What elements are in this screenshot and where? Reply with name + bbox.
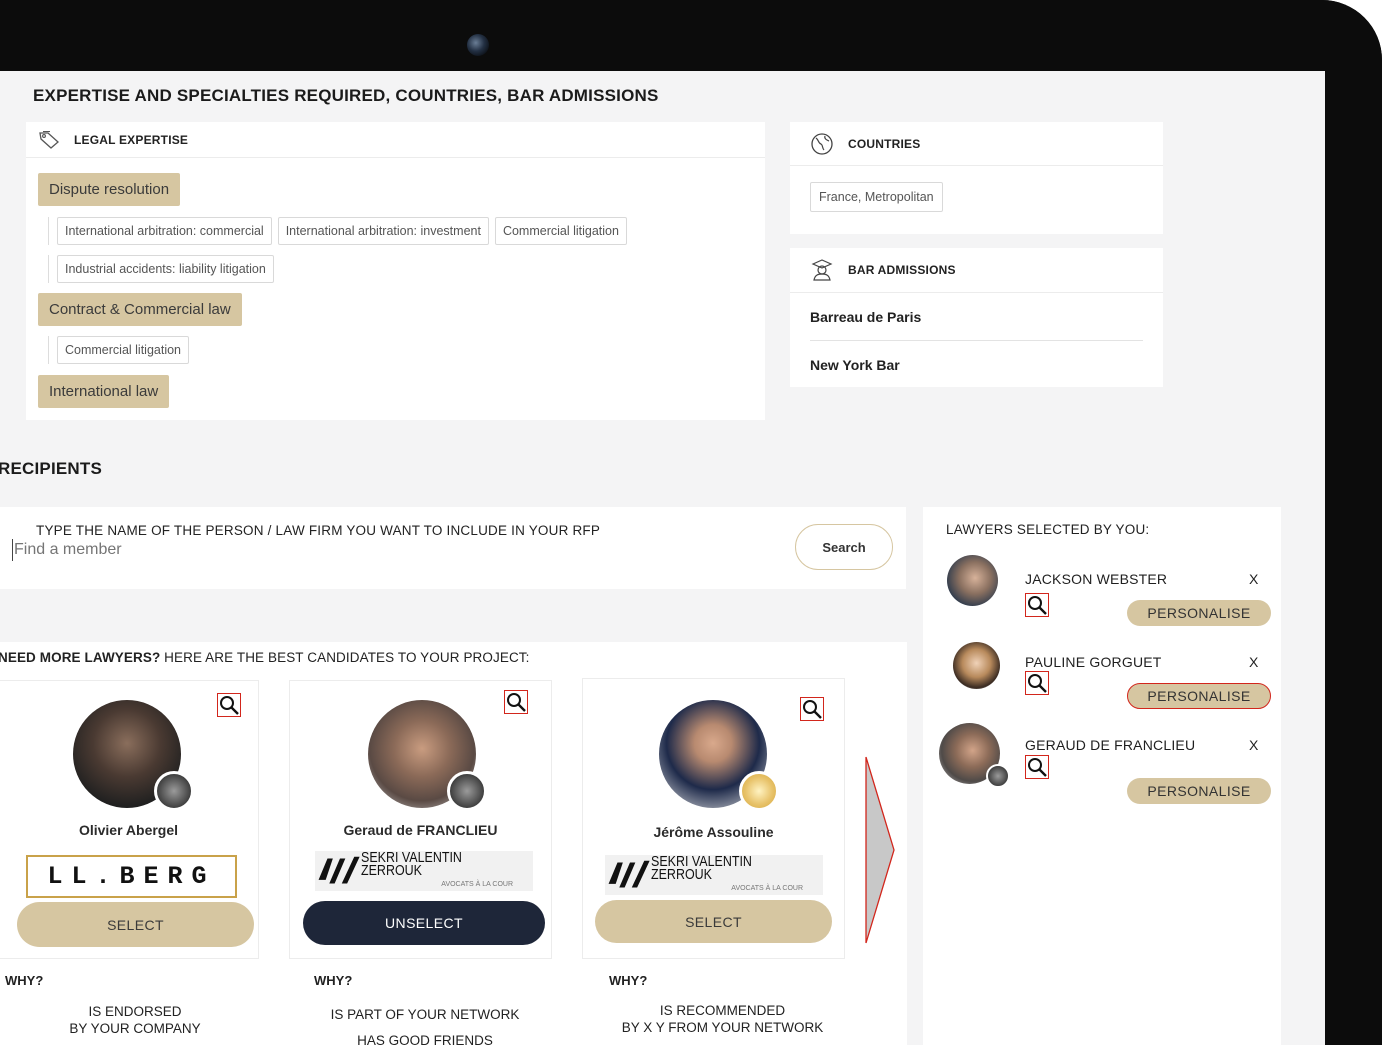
personalise-button[interactable]: PERSONALISE: [1127, 683, 1271, 709]
search-instruction: TYPE THE NAME OF THE PERSON / LAW FIRM Y…: [36, 523, 601, 538]
selected-lawyers-title: LAWYERS SELECTED BY YOU:: [946, 522, 1150, 537]
why-heading: WHY?: [5, 973, 44, 988]
bar-admission-item: New York Bar: [810, 356, 900, 373]
tablet-bezel-right: [1322, 0, 1382, 1045]
network-badge-icon: [154, 771, 194, 811]
endorsement-badge-icon: [739, 771, 779, 811]
remove-lawyer-button[interactable]: X: [1249, 571, 1258, 587]
why-line: IS RECOMMENDED: [659, 1003, 786, 1018]
more-lawyers-heading: NEED MORE LAWYERS? HERE ARE THE BEST CAN…: [0, 650, 530, 665]
magnifier-icon[interactable]: [1025, 755, 1049, 779]
why-line: IS PART OF YOUR NETWORK: [330, 1007, 520, 1022]
why-heading: WHY?: [609, 973, 648, 988]
subexpertise-row-1: International arbitration: commercial In…: [48, 217, 627, 245]
magnifier-icon[interactable]: [1025, 593, 1049, 617]
camera-icon: [467, 34, 489, 56]
section-title-expertise: EXPERTISE AND SPECIALTIES REQUIRED, COUN…: [33, 86, 659, 105]
expertise-pill-international-law[interactable]: International law: [38, 375, 170, 408]
search-button[interactable]: Search: [795, 524, 893, 570]
more-lawyers-text: HERE ARE THE BEST CANDIDATES TO YOUR PRO…: [160, 650, 530, 665]
candidate-card: Geraud de FRANCLIEU SEKRI VALENTIN ZERRO…: [289, 680, 552, 959]
firm-logo: SEKRI VALENTIN ZERROUK AVOCATS À LA COUR: [605, 853, 823, 895]
magnifier-icon[interactable]: [1025, 671, 1049, 695]
personalise-button[interactable]: PERSONALISE: [1127, 600, 1271, 626]
remove-lawyer-button[interactable]: X: [1249, 654, 1258, 670]
why-reason: IS PART OF YOUR NETWORK HAS GOOD FRIENDS: [305, 1006, 545, 1045]
firm-subtitle: AVOCATS À LA COUR: [441, 880, 513, 888]
countries-header: COUNTRIES: [790, 122, 1163, 166]
legal-expertise-label: LEGAL EXPERTISE: [74, 132, 189, 147]
tablet-bezel-top: [0, 0, 1382, 72]
unselect-button[interactable]: UNSELECT: [303, 901, 545, 945]
app-screen: EXPERTISE AND SPECIALTIES REQUIRED, COUN…: [0, 71, 1325, 1045]
expertise-group-contract: Contract & Commercial law: [38, 293, 242, 326]
section-title-recipients: RECIPIENTS: [0, 459, 103, 478]
firm-name: SEKRI VALENTIN ZERROUK: [361, 849, 463, 879]
more-lawyers-bold: NEED MORE LAWYERS?: [0, 650, 161, 665]
lawyer-avatar: [953, 642, 1000, 689]
remove-lawyer-button[interactable]: X: [1249, 737, 1258, 753]
svz-logo-icon: [318, 856, 360, 884]
legal-expertise-card: LEGAL EXPERTISE Dispute resolution Inter…: [26, 122, 765, 420]
country-tag[interactable]: France, Metropolitan: [810, 182, 943, 212]
candidate-card: Jérôme Assouline SEKRI VALENTIN ZERROUK …: [582, 678, 845, 959]
firm-name: SEKRI VALENTIN ZERROUK: [651, 853, 753, 883]
subexpertise-tag[interactable]: International arbitration: investment: [277, 217, 489, 245]
expertise-pill-dispute-resolution[interactable]: Dispute resolution: [38, 173, 181, 206]
bar-admissions-header: BAR ADMISSIONS: [790, 248, 1163, 293]
country-list: France, Metropolitan: [810, 182, 943, 212]
expertise-group-dispute: Dispute resolution: [38, 173, 181, 206]
why-reason: IS ENDORSED BY YOUR COMPANY: [20, 1003, 250, 1037]
personalise-button[interactable]: PERSONALISE: [1127, 778, 1271, 804]
network-badge-icon: [447, 771, 487, 811]
candidate-name: Olivier Abergel: [78, 822, 179, 838]
expertise-group-international: International law: [38, 375, 170, 408]
tag-icon: [39, 130, 59, 149]
bar-admissions-label: BAR ADMISSIONS: [848, 263, 956, 277]
subexpertise-row-3: Commercial litigation: [48, 336, 190, 364]
selected-lawyer-name: PAULINE GORGUET: [1025, 654, 1162, 670]
subexpertise-row-2: Industrial accidents: liability litigati…: [48, 255, 274, 283]
why-reason: IS RECOMMENDED BY X Y FROM YOUR NETWORK: [600, 1002, 845, 1036]
selected-lawyer-name: JACKSON WEBSTER: [1025, 571, 1168, 587]
why-line: BY YOUR COMPANY: [69, 1021, 201, 1036]
network-badge-icon: [986, 764, 1010, 788]
next-arrow-icon[interactable]: [864, 755, 896, 945]
select-button[interactable]: SELECT: [17, 902, 254, 947]
candidates-panel: NEED MORE LAWYERS? HERE ARE THE BEST CAN…: [0, 642, 907, 1045]
expertise-pill-contract-commercial[interactable]: Contract & Commercial law: [38, 293, 242, 326]
selected-lawyers-panel: LAWYERS SELECTED BY YOU: JACKSON WEBSTER…: [923, 507, 1281, 1045]
magnifier-icon[interactable]: [217, 693, 241, 717]
subexpertise-tag[interactable]: Industrial accidents: liability litigati…: [57, 255, 274, 283]
countries-card: COUNTRIES France, Metropolitan: [790, 122, 1163, 234]
firm-logo: SEKRI VALENTIN ZERROUK AVOCATS À LA COUR: [315, 849, 533, 891]
why-line: BY X Y FROM YOUR NETWORK: [621, 1020, 824, 1035]
why-heading: WHY?: [314, 973, 353, 988]
candidate-name: Geraud de FRANCLIEU: [343, 822, 498, 838]
tablet-device: EXPERTISE AND SPECIALTIES REQUIRED, COUN…: [0, 0, 1382, 1045]
globe-icon: [811, 132, 833, 155]
subexpertise-tag[interactable]: Commercial litigation: [57, 336, 190, 364]
magnifier-icon[interactable]: [504, 690, 528, 714]
candidate-name: Jérôme Assouline: [653, 824, 774, 840]
bar-admission-item: Barreau de Paris: [810, 308, 922, 325]
legal-expertise-header: LEGAL EXPERTISE: [26, 122, 765, 158]
countries-label: COUNTRIES: [848, 136, 921, 151]
firm-subtitle: AVOCATS À LA COUR: [731, 884, 803, 892]
why-line: IS ENDORSED: [88, 1004, 182, 1019]
find-member-input[interactable]: [12, 539, 712, 561]
graduate-icon: [811, 259, 833, 281]
magnifier-icon[interactable]: [800, 697, 824, 721]
why-line: HAS GOOD FRIENDS: [357, 1033, 493, 1045]
svz-logo-icon: [608, 860, 650, 888]
candidate-card: Olivier Abergel LL.BERG SELECT: [0, 680, 259, 959]
bar-admissions-card: BAR ADMISSIONS Barreau de Paris New York…: [790, 248, 1163, 387]
subexpertise-tag[interactable]: Commercial litigation: [494, 217, 627, 245]
select-button[interactable]: SELECT: [595, 900, 832, 943]
lawyer-avatar: [947, 555, 998, 606]
subexpertise-tag[interactable]: International arbitration: commercial: [57, 217, 272, 245]
member-search-card: TYPE THE NAME OF THE PERSON / LAW FIRM Y…: [0, 507, 906, 589]
selected-lawyer-name: GERAUD DE FRANCLIEU: [1025, 737, 1196, 753]
firm-logo: LL.BERG: [26, 855, 237, 898]
